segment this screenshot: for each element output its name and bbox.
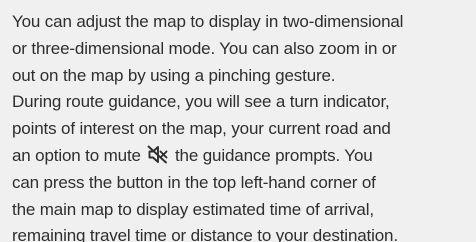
instruction-text-block: You can adjust the map to display in two… — [0, 0, 476, 242]
text-line-6-end: the guidance prompts. You — [170, 145, 373, 165]
text-line-7: can press the button in the top left-han… — [12, 172, 376, 192]
text-line-9: remaining travel time or distance to you… — [12, 226, 398, 242]
text-line-6-start: an option to mute — [12, 145, 146, 165]
text-line-4: During route guidance, you will see a tu… — [12, 92, 390, 112]
text-line-8: the main map to display estimated time o… — [12, 199, 374, 219]
text-line-1: You can adjust the map to display in two… — [12, 12, 404, 31]
speaker-muted-icon — [147, 145, 168, 164]
text-line-3: out on the map by using a pinching gestu… — [12, 65, 336, 85]
text-line-6: an option to mute the guidance prompts. … — [12, 143, 467, 170]
text-line-2: or three-dimensional mode. You can also … — [12, 38, 397, 58]
text-line-5: points of interest on the map, your curr… — [12, 119, 391, 139]
